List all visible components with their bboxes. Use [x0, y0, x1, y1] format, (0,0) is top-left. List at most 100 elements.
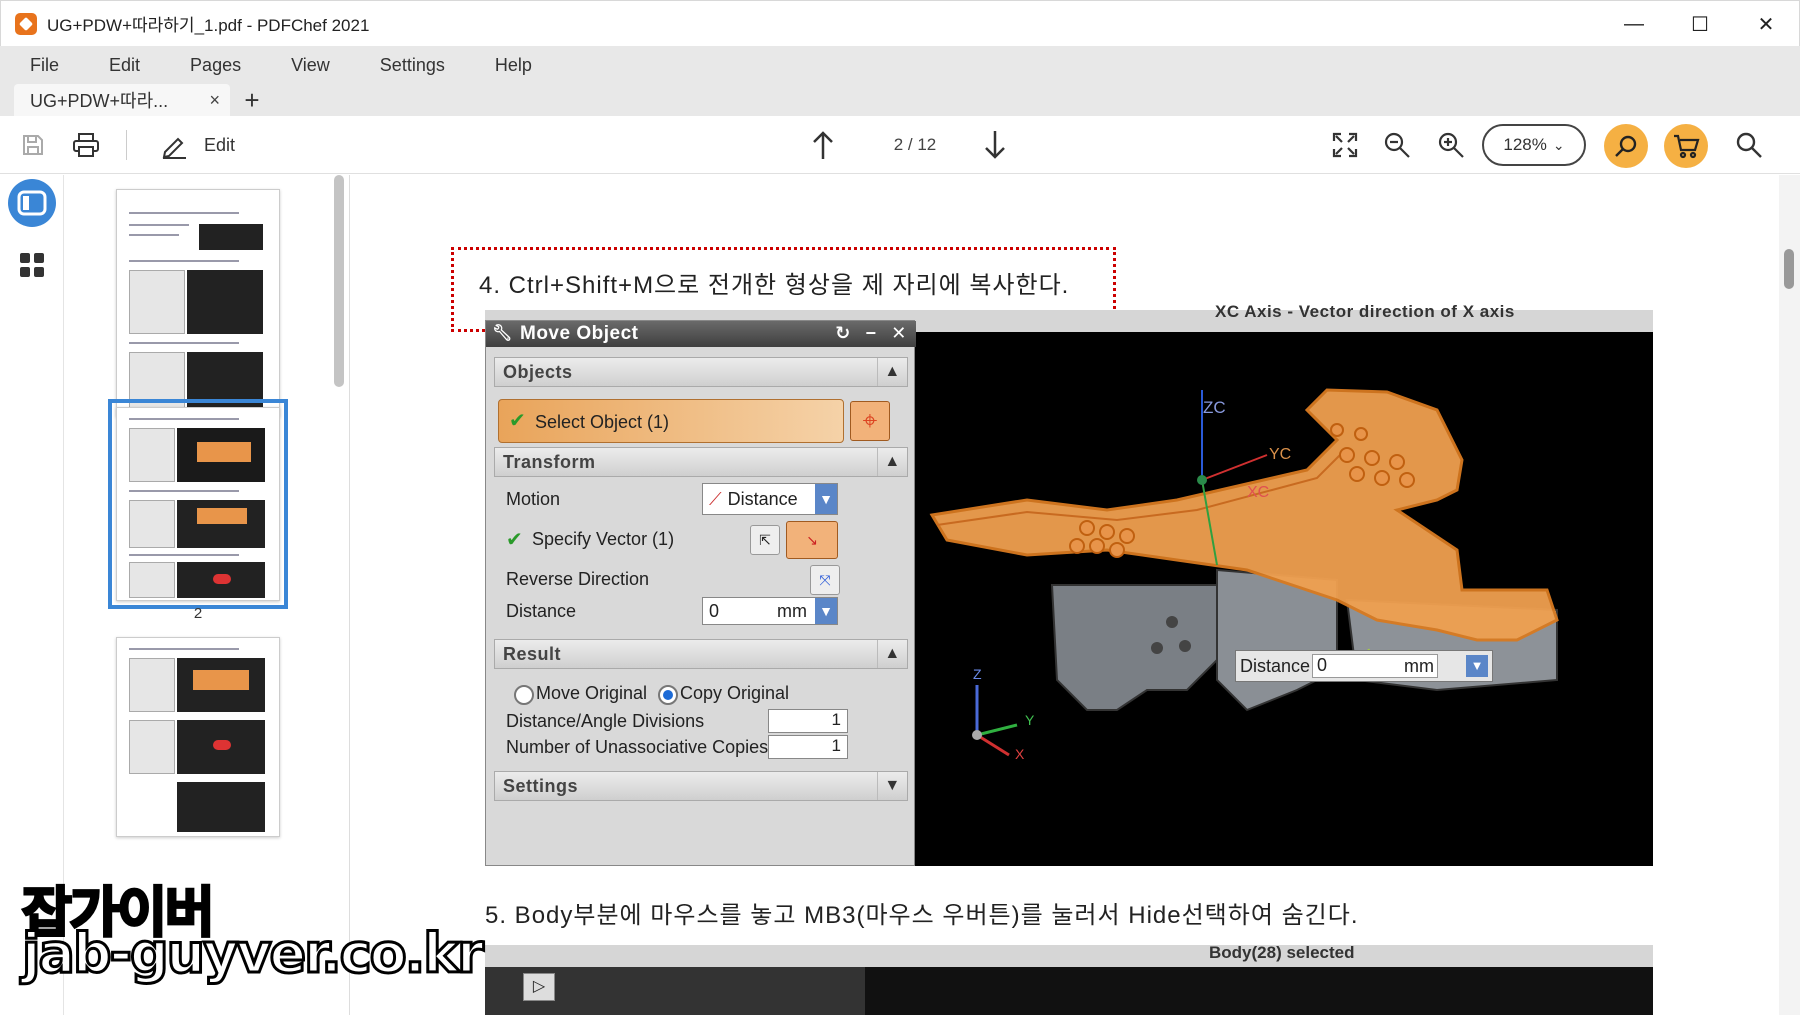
divisions-label: Distance/Angle Divisions: [506, 711, 705, 731]
reverse-direction-label: Reverse Direction: [506, 569, 650, 589]
copy-original-radio[interactable]: [658, 685, 678, 705]
menu-view[interactable]: View: [291, 55, 330, 76]
hide-body-screenshot: Body(28) selected ▷: [485, 943, 1653, 1015]
motion-label: Motion: [506, 489, 561, 509]
thumbnail-scrollbar[interactable]: [334, 175, 344, 387]
magnifier-icon: [1615, 135, 1637, 157]
pencil-icon: [162, 137, 186, 159]
tab-close-icon[interactable]: ×: [209, 90, 220, 111]
find-tool-button[interactable]: [1604, 124, 1648, 168]
crosshair-select-button[interactable]: ⌖: [850, 401, 890, 441]
zoom-in-icon[interactable]: [1434, 116, 1468, 174]
menu-pages[interactable]: Pages: [190, 55, 241, 76]
page-thumbnail[interactable]: [116, 637, 280, 837]
search-icon[interactable]: [1732, 116, 1766, 174]
chevron-down-icon[interactable]: ▼: [815, 484, 837, 514]
grid-view-icon[interactable]: [8, 241, 56, 289]
move-original-radio[interactable]: [514, 685, 534, 705]
menu-settings[interactable]: Settings: [380, 55, 445, 76]
new-tab-button[interactable]: +: [236, 84, 268, 116]
document-tab-label: UG+PDW+따라...: [30, 91, 169, 111]
chevron-down-icon[interactable]: ▼: [877, 772, 907, 800]
fit-page-icon[interactable]: [1328, 116, 1362, 174]
specify-vector-label: Specify Vector (1): [532, 529, 675, 549]
triad-x-label: X: [1015, 746, 1025, 762]
edit-button[interactable]: Edit: [160, 116, 266, 174]
chevron-up-icon[interactable]: ▲: [877, 358, 907, 386]
window-title: UG+PDW+따라하기_1.pdf - PDFChef 2021: [47, 16, 370, 35]
result-section-header[interactable]: Result ▲: [494, 639, 908, 669]
tab-bar: UG+PDW+따라... × +: [0, 84, 1800, 116]
menu-edit[interactable]: Edit: [109, 55, 140, 76]
title-bar: UG+PDW+따라하기_1.pdf - PDFChef 2021 — ☐ ✕: [0, 0, 1800, 46]
menu-file[interactable]: File: [30, 55, 59, 76]
previous-page-icon[interactable]: [806, 116, 840, 174]
save-icon[interactable]: [16, 116, 50, 174]
page-thumbnail-selected[interactable]: [108, 399, 288, 609]
page-thumbnail[interactable]: [116, 189, 280, 417]
zoom-select[interactable]: 128% ⌄: [1482, 124, 1586, 166]
document-viewport[interactable]: 4. Ctrl+Shift+M으로 전개한 형상을 제 자리에 복사한다. XC…: [351, 175, 1800, 1015]
next-page-icon[interactable]: [978, 116, 1012, 174]
divisions-input[interactable]: 1: [768, 709, 848, 733]
dialog-title: Move Object: [520, 323, 639, 344]
objects-section-header[interactable]: Objects ▲: [494, 357, 908, 387]
page-indicator[interactable]: 2 / 12: [876, 116, 954, 174]
chevron-up-icon[interactable]: ▲: [877, 640, 907, 668]
copies-input[interactable]: 1: [768, 735, 848, 759]
viewport-distance-input[interactable]: Distance 0 mm ▼: [1235, 650, 1493, 682]
print-icon[interactable]: [66, 116, 106, 174]
distance-value: 0: [709, 600, 720, 621]
menu-bar: File Edit Pages View Settings Help: [0, 46, 1800, 84]
arrow-down-icon[interactable]: ▼: [815, 598, 837, 624]
motion-select[interactable]: ⟋ Distance ▼: [702, 483, 838, 515]
zoom-value: 128%: [1503, 135, 1547, 154]
figure2-header: Body(28) selected: [485, 943, 1653, 967]
reset-icon[interactable]: ↻: [832, 323, 854, 345]
zc-axis-label: ZC: [1203, 398, 1226, 417]
result-section-label: Result: [503, 643, 562, 664]
motion-value: Distance: [727, 488, 798, 509]
vector-dialog-icon[interactable]: ⇱: [750, 525, 780, 555]
cart-button[interactable]: [1664, 124, 1708, 168]
transform-section-header[interactable]: Transform ▲: [494, 447, 908, 477]
viewport-distance-unit: mm: [1404, 656, 1434, 676]
distance-motion-icon: ⟋: [709, 488, 722, 509]
distance-input[interactable]: 0 mm ▼: [702, 597, 838, 625]
copy-original-label: Copy Original: [680, 683, 790, 703]
cart-icon: [1674, 134, 1700, 159]
transform-section-label: Transform: [503, 451, 596, 472]
move-object-dialog: 🔧︎ Move Object ↻ − ✕ Objects ▲ ✔ Select …: [485, 320, 916, 866]
chevron-up-icon[interactable]: ▲: [877, 448, 907, 476]
figure2-caption: Body(28) selected: [1209, 943, 1355, 962]
xc-axis-label: XC: [1247, 484, 1270, 501]
menu-help[interactable]: Help: [495, 55, 532, 76]
maximize-button[interactable]: ☐: [1667, 1, 1733, 47]
copies-label: Number of Unassociative Copies: [506, 737, 769, 757]
select-object-row[interactable]: ✔ Select Object (1): [498, 399, 844, 443]
document-tab[interactable]: UG+PDW+따라... ×: [14, 84, 230, 116]
distance-unit: mm: [777, 600, 807, 621]
reverse-direction-icon[interactable]: ⤧: [810, 565, 840, 595]
close-window-button[interactable]: ✕: [1733, 1, 1799, 47]
distance-label: Distance: [506, 601, 577, 621]
x-axis-vector-icon: ↘: [806, 531, 818, 548]
dialog-close-icon[interactable]: ✕: [888, 323, 910, 345]
minimize-button[interactable]: —: [1601, 1, 1667, 47]
collapse-icon[interactable]: −: [860, 323, 882, 345]
cad-viewport: ZC YC XC Z Y X: [917, 350, 1653, 866]
wrench-icon: 🔧︎: [492, 325, 513, 342]
zoom-out-icon[interactable]: [1380, 116, 1414, 174]
panel-toggle-icon[interactable]: [8, 179, 56, 227]
dialog-title-bar: 🔧︎ Move Object ↻ − ✕: [486, 321, 916, 347]
cad-part-drawing: [929, 388, 1559, 757]
arrow-down-icon[interactable]: ▼: [1466, 655, 1488, 677]
yc-axis-label: YC: [1269, 446, 1292, 463]
toolbar: Edit 2 / 12 128% ⌄: [0, 116, 1800, 174]
checkmark-icon: ✔: [509, 410, 526, 432]
objects-section-label: Objects: [503, 361, 573, 382]
document-scrollbar[interactable]: [1784, 249, 1794, 289]
vector-type-select[interactable]: ↘: [786, 521, 838, 559]
play-arrow-icon: ▷: [523, 973, 555, 1001]
settings-section-header[interactable]: Settings ▼: [494, 771, 908, 801]
